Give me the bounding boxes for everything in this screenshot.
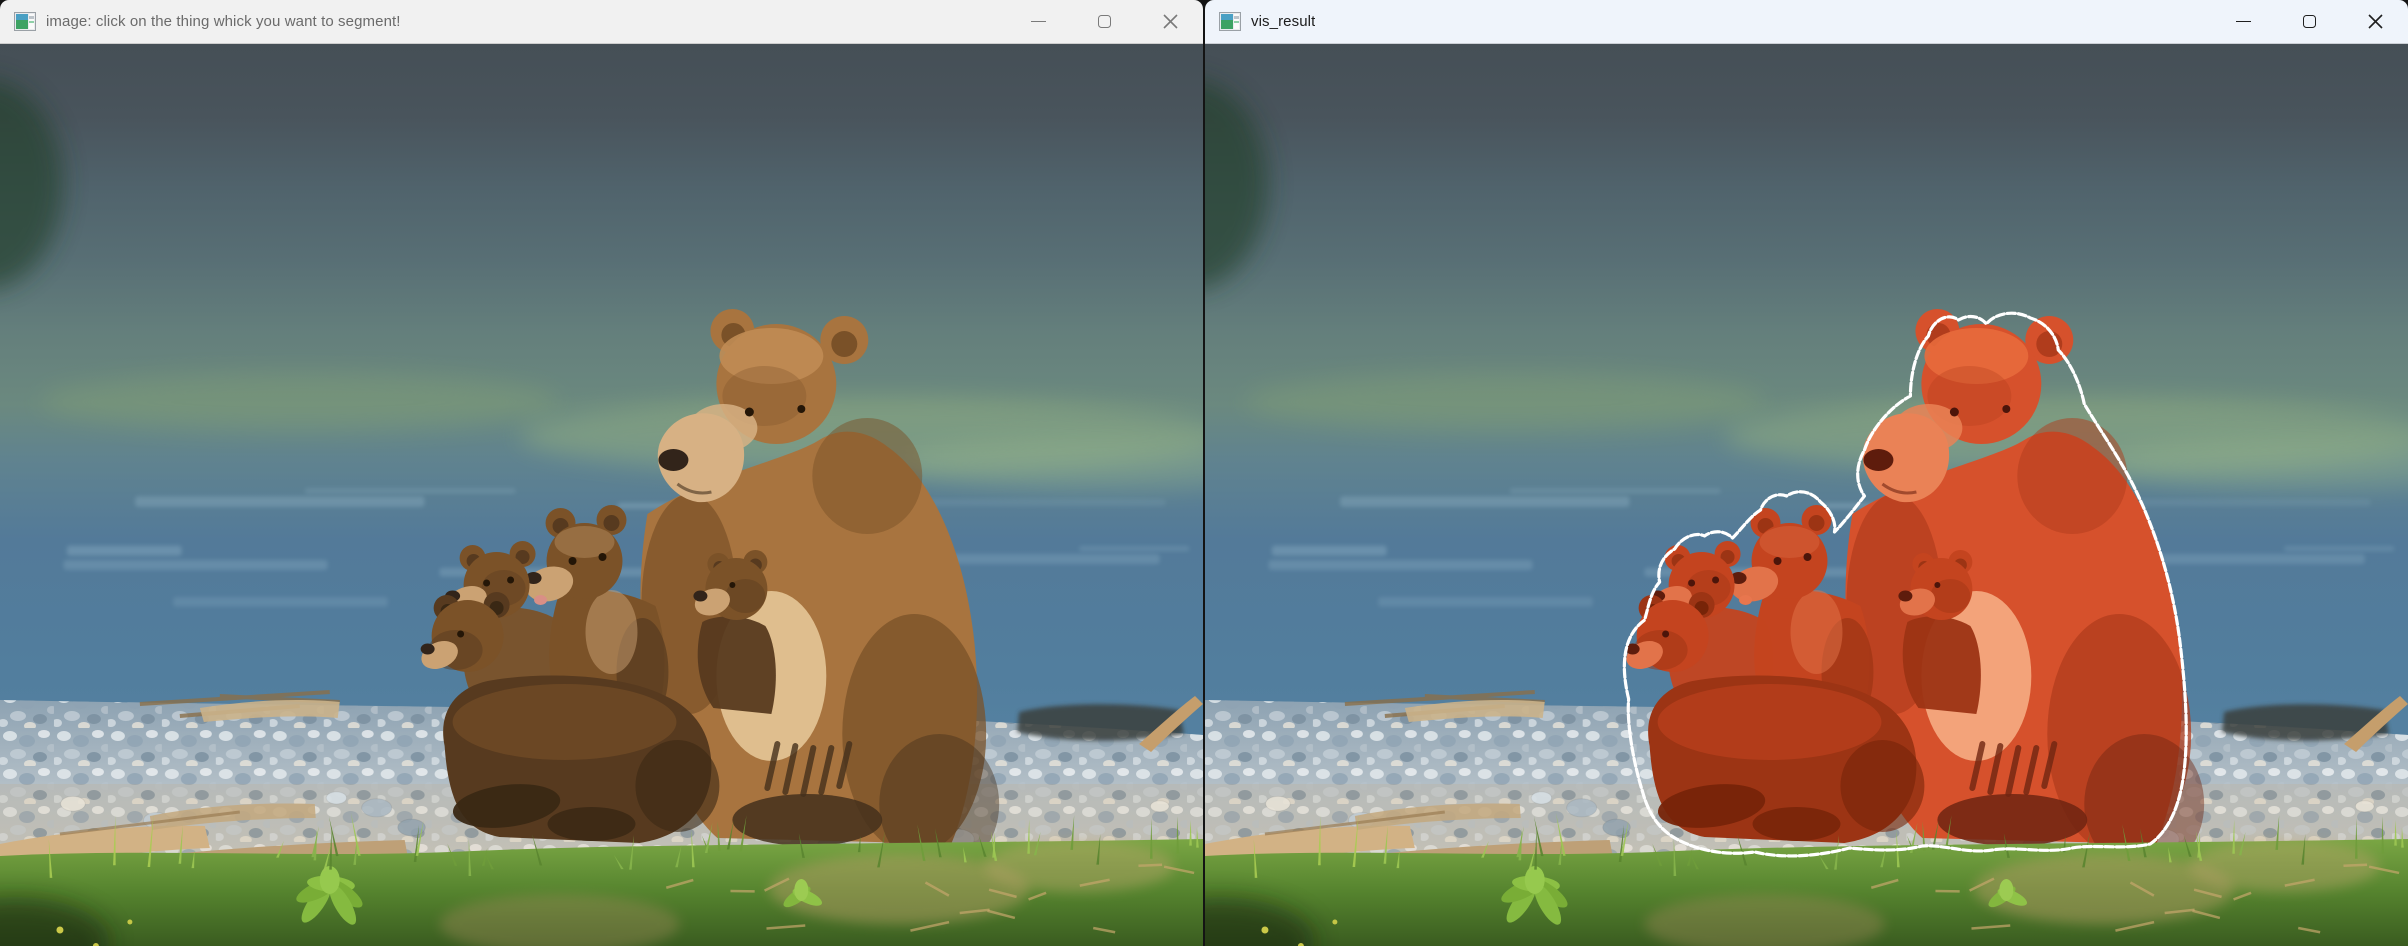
- titlebar-vis-result[interactable]: vis_result: [1205, 0, 2408, 44]
- window-controls: [1005, 0, 1203, 43]
- minimize-button[interactable]: [2210, 0, 2276, 43]
- image-thumbnail-icon: [14, 12, 36, 31]
- window-title: vis_result: [1251, 13, 1315, 30]
- maximize-button[interactable]: [1071, 0, 1137, 43]
- minimize-button[interactable]: [1005, 0, 1071, 43]
- titlebar-image[interactable]: image: click on the thing whick you want…: [0, 0, 1203, 44]
- desktop: image: click on the thing whick you want…: [0, 0, 2408, 946]
- maximize-button[interactable]: [2276, 0, 2342, 43]
- window-vis-result: vis_result: [1205, 0, 2408, 946]
- window-controls: [2210, 0, 2408, 43]
- image-canvas[interactable]: [0, 44, 1203, 946]
- close-icon: [1163, 14, 1178, 29]
- maximize-icon: [2303, 15, 2316, 28]
- bear-photo: [0, 44, 1203, 946]
- close-button[interactable]: [1137, 0, 1203, 43]
- segmentation-result: [1205, 44, 2408, 946]
- close-icon: [2368, 14, 2383, 29]
- vis-result-canvas: [1205, 44, 2408, 946]
- window-title: image: click on the thing whick you want…: [46, 13, 401, 30]
- minimize-icon: [2236, 21, 2251, 22]
- close-button[interactable]: [2342, 0, 2408, 43]
- maximize-icon: [1098, 15, 1111, 28]
- image-thumbnail-icon: [1219, 12, 1241, 31]
- minimize-icon: [1031, 21, 1046, 22]
- window-image: image: click on the thing whick you want…: [0, 0, 1203, 946]
